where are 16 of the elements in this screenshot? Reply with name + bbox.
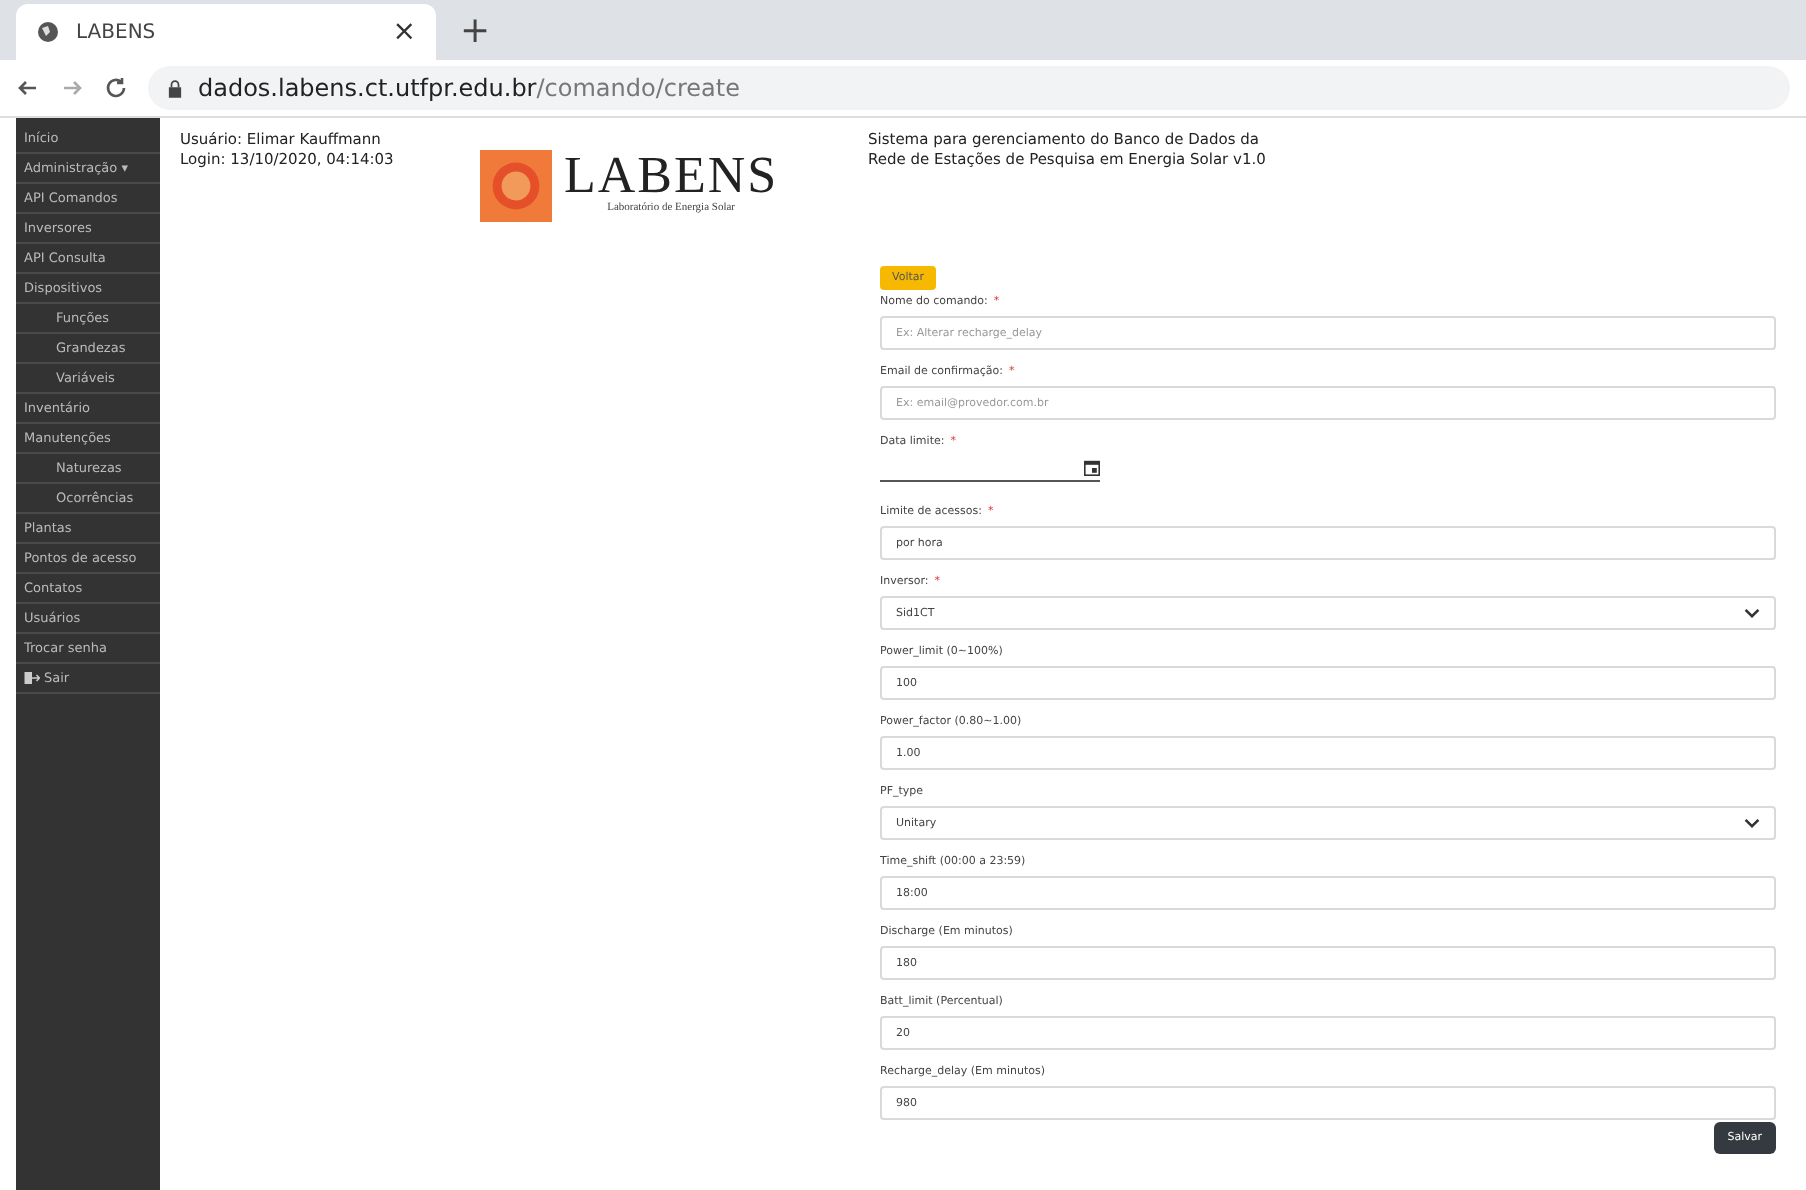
exit-icon (24, 672, 40, 684)
reload-icon[interactable] (104, 76, 128, 100)
globe-icon (36, 20, 60, 44)
lock-icon (168, 79, 182, 97)
chevron-down-icon (1744, 608, 1760, 618)
back-arrow-icon[interactable] (16, 76, 40, 100)
chevron-down-icon (1744, 818, 1760, 828)
calendar-icon (1084, 460, 1100, 476)
logo-title: LABENS (564, 150, 779, 202)
new-tab-button[interactable]: + (460, 10, 491, 52)
close-tab-button[interactable]: × (392, 16, 416, 48)
sun-logo-icon (480, 150, 552, 222)
browser-tab[interactable]: LABENS × (16, 4, 436, 60)
address-bar[interactable]: dados.labens.ct.utfpr.edu.br/comando/create (148, 66, 1790, 110)
tab-title: LABENS (76, 21, 158, 43)
date-field[interactable] (880, 456, 1100, 482)
